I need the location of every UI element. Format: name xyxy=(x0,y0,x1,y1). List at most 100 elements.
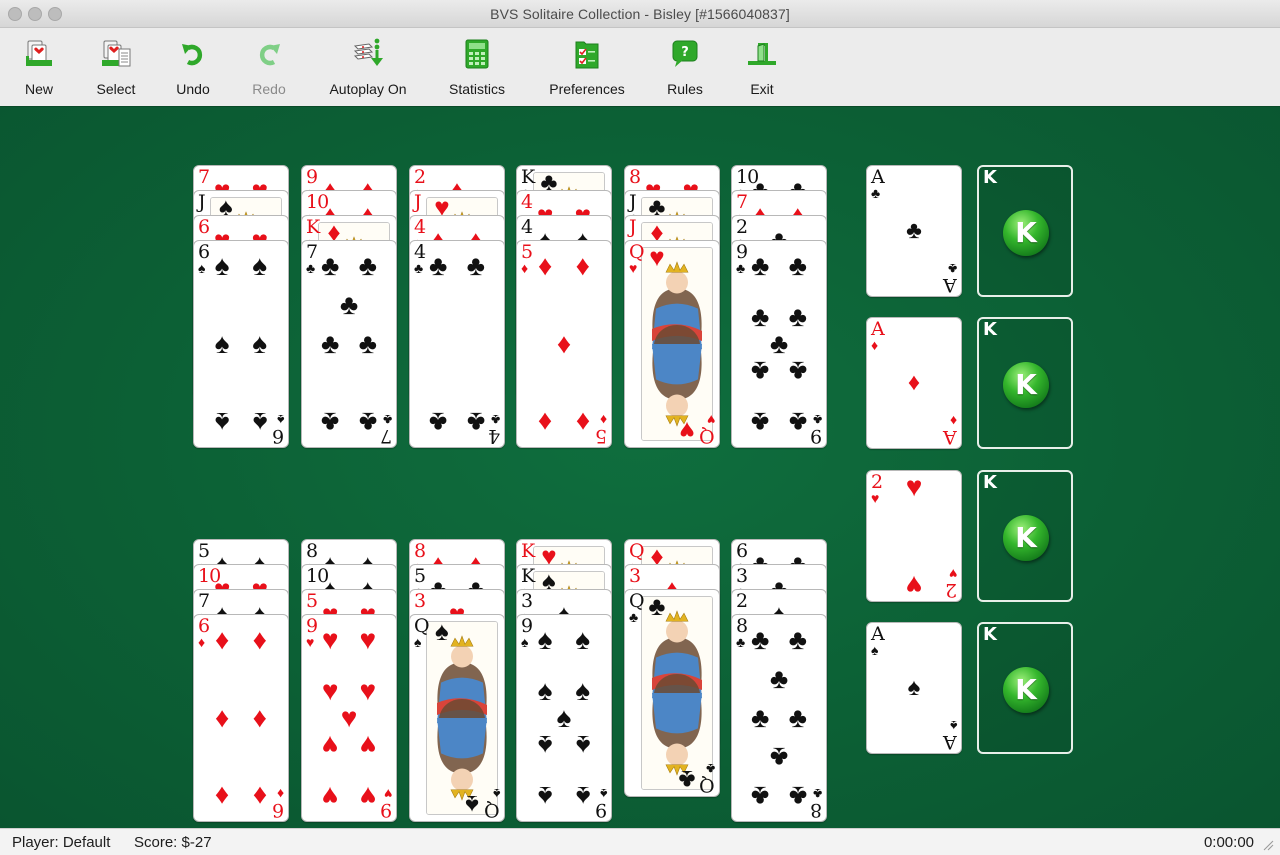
clubs-pip-icon: ♣ xyxy=(466,249,485,281)
clubs-pip-icon: ♣ xyxy=(788,355,807,387)
spades-pip-icon: ♠ xyxy=(537,623,553,655)
select-button[interactable]: Select xyxy=(96,38,136,100)
diamonds-suit-icon: ♦ xyxy=(198,634,206,650)
spades-pip-icon: ♠ xyxy=(214,407,230,439)
card-rank: 9 xyxy=(595,799,607,821)
ace-foundation-1-card-ace-of-clubs[interactable]: A ♣ ♣ ♣ A xyxy=(866,165,962,297)
clubs-pip-icon: ♣ xyxy=(788,623,807,655)
spades-pip-icon: ♠ xyxy=(537,675,553,707)
card-rank: 6 xyxy=(272,799,284,821)
redo-button[interactable]: Redo xyxy=(250,38,288,100)
clubs-pip-icon: ♣ xyxy=(466,407,485,439)
clubs-pip-icon: ♣ xyxy=(429,407,448,439)
spades-pip-icon: ♠ xyxy=(556,702,572,733)
card-4-of-clubs[interactable]: 4 ♣ ♣ ♣ ♣ ♣ ♣ 4 xyxy=(409,240,505,448)
card-rank: 9 xyxy=(810,425,822,447)
hearts-suit-icon: ♥ xyxy=(629,260,638,276)
card-9-of-spades[interactable]: 9 ♠ ♠ ♠ ♠ ♠ ♠ ♠ ♠ ♠ ♠ ♠ 9 xyxy=(516,614,612,822)
card-rank: 6 xyxy=(272,425,284,447)
king-foundation-slot-1[interactable]: K K xyxy=(977,165,1073,297)
card-5-of-diamonds[interactable]: 5 ♦ ♦ ♦ ♦ ♦ ♦ ♦ 5 xyxy=(516,240,612,448)
diamonds-pip-icon: ♦ xyxy=(215,781,230,813)
card-queen-of-hearts[interactable]: Q ♥ ♥ ♥ ♥ Q xyxy=(624,240,720,448)
hearts-pip-icon: ♥ xyxy=(340,702,358,733)
card-9-of-clubs[interactable]: 9 ♣ ♣ ♣ ♣ ♣ ♣ ♣ ♣ ♣ ♣ ♣ 9 xyxy=(731,240,827,448)
card-rank: 4 xyxy=(521,191,533,213)
spades-pip-icon: ♠ xyxy=(252,407,268,439)
preferences-button[interactable]: Preferences xyxy=(546,38,628,100)
undo-button[interactable]: Undo xyxy=(174,38,212,100)
card-rank: 9 xyxy=(380,799,392,821)
king-foundation-slot-3[interactable]: K K xyxy=(977,470,1073,602)
diamonds-pip-icon: ♦ xyxy=(575,249,590,281)
card-rank: 7 xyxy=(736,191,748,213)
card-rank: A xyxy=(944,274,957,296)
hearts-pip-icon: ♥ xyxy=(321,675,339,707)
clubs-suit-icon: ♣ xyxy=(736,260,746,276)
card-8-of-clubs[interactable]: 8 ♣ ♣ ♣ ♣ ♣ ♣ ♣ ♣ ♣ ♣ 8 xyxy=(731,614,827,822)
statistics-button[interactable]: Statistics xyxy=(446,38,508,100)
hearts-pip-icon: ♥ xyxy=(359,623,377,655)
clubs-pip-icon: ♣ xyxy=(769,328,789,359)
card-rank: A xyxy=(944,731,957,753)
spades-pip-icon: ♠ xyxy=(214,249,230,281)
card-rank: 7 xyxy=(198,590,210,612)
diamonds-pip-icon: ♦ xyxy=(215,623,230,655)
diamonds-pip-icon: ♦ xyxy=(556,328,572,359)
clubs-pip-icon: ♣ xyxy=(788,249,807,281)
diamonds-suit-icon: ♦ xyxy=(871,337,879,353)
card-rank: 6 xyxy=(198,615,210,637)
court-card-artwork xyxy=(426,621,498,815)
player-name: Player: Default xyxy=(12,834,111,851)
spades-suit-icon: ♠ xyxy=(871,642,879,658)
status-bar: Player: Default Score: $-27 0:00:00 xyxy=(0,828,1280,855)
card-rank: 8 xyxy=(629,166,641,188)
autoplay-button[interactable]: Autoplay On xyxy=(326,38,410,100)
clubs-pip-icon: ♣ xyxy=(751,301,770,333)
ace-foundation-4-card-ace-of-spades[interactable]: A ♠ ♠ ♠ A xyxy=(866,622,962,754)
resize-grip-icon[interactable] xyxy=(1262,839,1274,851)
ace-foundation-3-card-2-of-hearts[interactable]: 2 ♥ ♥ ♥ ♥ 2 xyxy=(866,470,962,602)
king-foundation-slot-2[interactable]: K K xyxy=(977,317,1073,449)
card-queen-of-spades[interactable]: Q ♠ ♠ ♠ ♠ Q xyxy=(409,614,505,822)
autoplay-icon xyxy=(352,38,384,70)
card-7-of-clubs[interactable]: 7 ♣ ♣ ♣ ♣ ♣ ♣ ♣ ♣ ♣ 7 xyxy=(301,240,397,448)
clubs-pip-icon: ♣ xyxy=(769,662,789,694)
card-6-of-spades[interactable]: 6 ♠ ♠ ♠ ♠ ♠ ♠ ♠ ♠ 6 xyxy=(193,240,289,448)
king-slot-label: K xyxy=(983,472,997,493)
score-display: Score: $-27 xyxy=(134,834,212,851)
king-slot-label: K xyxy=(983,319,997,340)
card-rank: K xyxy=(521,565,535,587)
card-rank: 3 xyxy=(736,565,748,587)
spades-pip-icon: ♠ xyxy=(537,729,553,761)
card-rank: 4 xyxy=(488,425,500,447)
card-rank: 6 xyxy=(736,540,748,562)
clubs-pip-icon: ♣ xyxy=(788,407,807,439)
card-6-of-diamonds[interactable]: 6 ♦ ♦ ♦ ♦ ♦ ♦ ♦ ♦ 6 xyxy=(193,614,289,822)
exit-button[interactable]: Exit xyxy=(745,38,779,100)
statistics-button-label: Statistics xyxy=(448,81,505,97)
toolbar: New Select Undo Redo Autoplay On Statist… xyxy=(0,28,1280,106)
hearts-pip-icon: ♥ xyxy=(679,415,695,446)
clubs-pip-icon: ♣ xyxy=(358,328,377,359)
card-queen-of-clubs[interactable]: Q ♣ ♣ ♣ ♣ Q xyxy=(624,589,720,797)
diamonds-pip-icon: ♦ xyxy=(252,623,267,655)
card-rank: 3 xyxy=(629,565,641,587)
card-rank: K xyxy=(306,216,320,238)
hearts-pip-icon: ♥ xyxy=(321,781,339,813)
new-button[interactable]: New xyxy=(20,38,58,100)
spades-pip-icon: ♠ xyxy=(907,674,921,701)
ace-foundation-2-card-ace-of-diamonds[interactable]: A ♦ ♦ ♦ A xyxy=(866,317,962,449)
rules-button[interactable]: ? Rules xyxy=(664,38,706,100)
card-rank: A xyxy=(944,426,957,448)
card-9-of-hearts[interactable]: 9 ♥ ♥ ♥ ♥ ♥ ♥ ♥ ♥ ♥ ♥ ♥ 9 xyxy=(301,614,397,822)
king-foundation-slot-4[interactable]: K K xyxy=(977,622,1073,754)
redo-icon xyxy=(253,38,285,70)
clubs-pip-icon: ♣ xyxy=(751,781,770,813)
card-rank: 2 xyxy=(414,166,426,188)
spades-pip-icon: ♠ xyxy=(214,328,230,359)
hearts-pip-icon: ♥ xyxy=(649,242,665,273)
spades-pip-icon: ♠ xyxy=(537,781,553,813)
card-rank: 3 xyxy=(414,590,426,612)
title-bar: BVS Solitaire Collection - Bisley [#1566… xyxy=(0,0,1280,28)
